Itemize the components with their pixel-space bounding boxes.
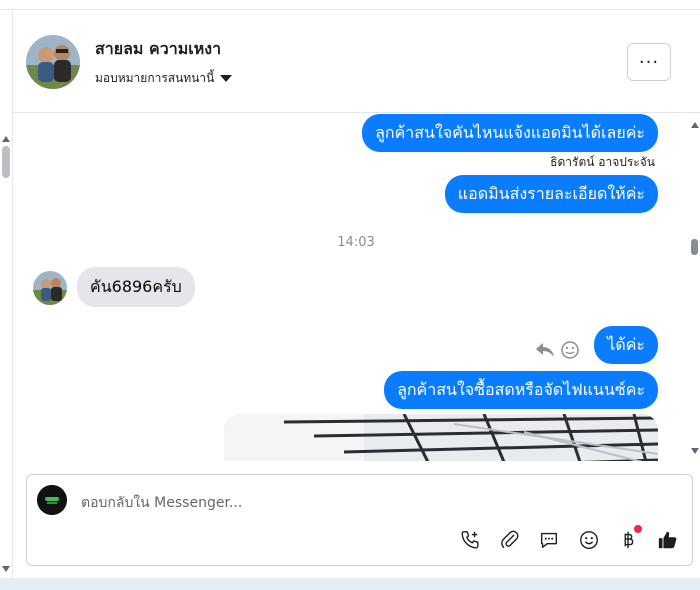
outgoing-message[interactable]: ลูกค้าสนใจซื้อสดหรือจัดไฟแนนซ์คะ — [384, 371, 658, 409]
phone-plus-icon[interactable] — [457, 527, 483, 553]
inbox-conversation-panel: สายลม ความเหงา มอบหมายการสนทนานี้ ··· ลู… — [0, 0, 700, 590]
contact-name[interactable]: สายลม ความเหงา — [95, 37, 221, 62]
thumbs-up-icon[interactable] — [655, 527, 681, 553]
message-actions — [535, 341, 579, 364]
outgoing-message[interactable]: ได้ค่ะ — [594, 326, 658, 364]
caret-down-icon — [220, 75, 233, 82]
reply-input[interactable] — [81, 492, 641, 514]
chat-bubble-icon[interactable] — [536, 527, 562, 553]
thread-scrollbar[interactable] — [689, 114, 700, 461]
page-avatar — [37, 485, 67, 515]
scroll-thumb[interactable] — [691, 239, 698, 255]
scroll-up-arrow-icon[interactable] — [2, 136, 10, 142]
scroll-thumb[interactable] — [2, 146, 10, 178]
image-attachment[interactable] — [224, 414, 658, 461]
message-thread: ลูกค้าสนใจคันไหนแจ้งแอดมินได้เลยค่ะ ธิดา… — [13, 114, 689, 461]
assign-conversation-dropdown[interactable]: มอบหมายการสนทนานี้ — [95, 69, 233, 88]
more-options-button[interactable]: ··· — [627, 43, 671, 81]
scroll-down-arrow-icon[interactable] — [691, 448, 699, 454]
message-timestamp: 14:03 — [337, 235, 375, 250]
outgoing-message[interactable]: แอดมินส่งรายละเอียดให้ค่ะ — [444, 175, 658, 213]
conversation-header: สายลม ความเหงา มอบหมายการสนทนานี้ ··· — [13, 11, 700, 113]
notification-dot — [634, 525, 642, 533]
sender-name: ธิดารัตน์ อาจประจัน — [550, 155, 655, 169]
contact-avatar[interactable] — [26, 35, 80, 89]
outgoing-message[interactable]: ลูกค้าสนใจคันไหนแจ้งแอดมินได้เลยค่ะ — [362, 114, 658, 152]
reply-icon[interactable] — [535, 341, 555, 364]
react-smiley-icon[interactable] — [561, 341, 579, 364]
left-scrollbar[interactable] — [0, 10, 13, 580]
message-composer — [26, 474, 693, 566]
bottom-strip — [0, 578, 700, 590]
incoming-message[interactable]: คัน6896ครับ — [77, 267, 195, 307]
scroll-up-arrow-icon[interactable] — [691, 122, 699, 128]
top-strip — [0, 0, 700, 10]
assign-label: มอบหมายการสนทนานี้ — [95, 71, 215, 85]
paperclip-icon[interactable] — [497, 527, 523, 553]
contact-avatar-small[interactable] — [33, 271, 67, 305]
scroll-down-arrow-icon[interactable] — [2, 566, 10, 572]
baht-icon[interactable] — [615, 525, 642, 553]
smiley-icon[interactable] — [576, 527, 602, 553]
